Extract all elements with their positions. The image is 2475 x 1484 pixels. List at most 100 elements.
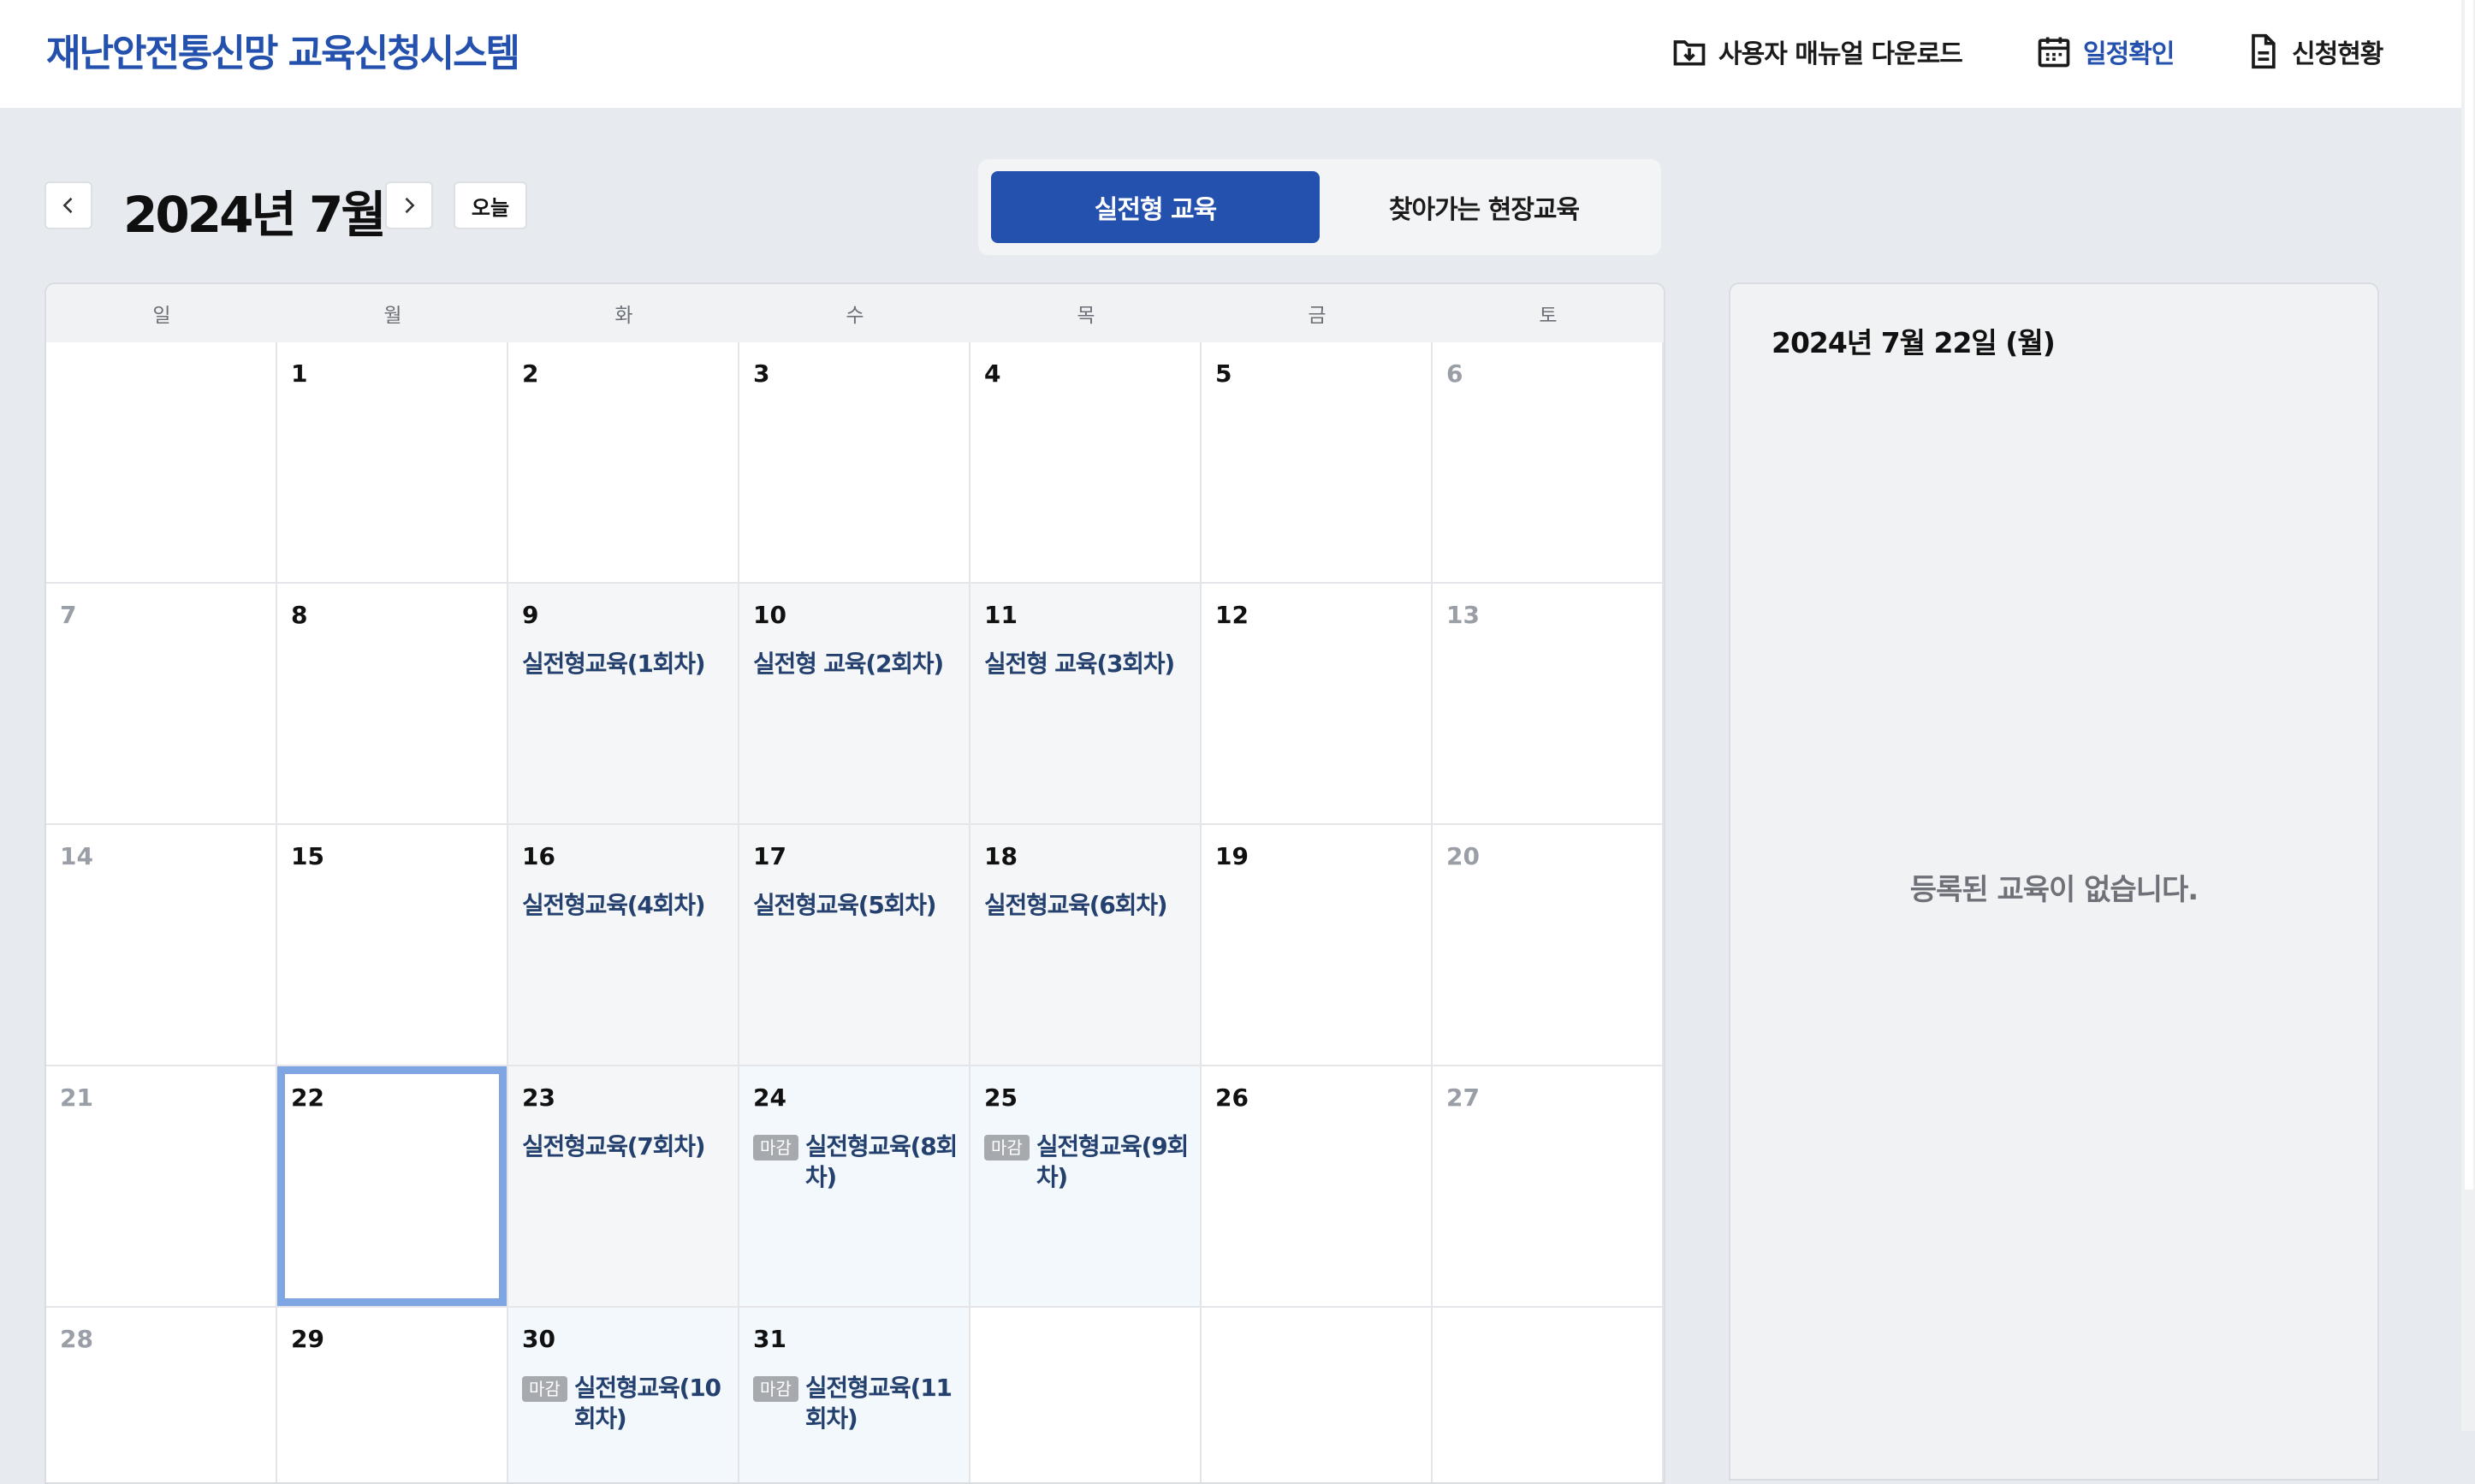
calendar-day-cell[interactable]: 30 마감 실전형교육(10회차)	[508, 1308, 739, 1482]
selected-date-title: 2024년 7월 22일 (월)	[1772, 326, 2056, 359]
calendar-day-cell[interactable]: 29	[277, 1308, 508, 1482]
day-number: 21	[60, 1083, 93, 1112]
calendar-day-cell[interactable]: 31 마감 실전형교육(11회차)	[739, 1308, 970, 1482]
education-event[interactable]: 실전형교육(1회차)	[522, 649, 727, 680]
day-number: 8	[291, 601, 308, 629]
calendar-day-cell[interactable]: 21	[46, 1066, 277, 1308]
brand-title[interactable]: 재난안전통신망 교육신청시스템	[46, 22, 520, 77]
education-event-label: 실전형교육(8회차)	[804, 1132, 958, 1191]
day-number: 27	[1446, 1083, 1480, 1112]
nav-schedule-label: 일정확인	[2083, 39, 2175, 69]
page-scrollbar[interactable]	[2461, 0, 2475, 1431]
document-icon	[2252, 33, 2276, 69]
calendar-day-cell[interactable]: 17 실전형교육(5회차)	[739, 825, 970, 1066]
education-event[interactable]: 실전형 교육(2회차)	[753, 649, 959, 680]
day-number: 29	[291, 1325, 324, 1353]
closed-badge: 마감	[753, 1376, 798, 1402]
closed-badge: 마감	[753, 1135, 798, 1160]
calendar-day-cell[interactable]: 8	[277, 584, 508, 825]
education-event-label: 실전형교육(7회차)	[522, 1132, 706, 1160]
day-number: 10	[753, 601, 786, 629]
nav-manual-download[interactable]: 사용자 매뉴얼 다운로드	[1671, 29, 1963, 74]
education-type-tabs: 실전형 교육 찾아가는 현장교육	[978, 159, 1661, 255]
calendar-day-cell[interactable]: 25 마감 실전형교육(9회차)	[970, 1066, 1202, 1308]
weekday-sun: 일	[152, 305, 171, 327]
education-event-label: 실전형교육(9회차)	[1036, 1132, 1189, 1191]
calendar-day-cell[interactable]: 19	[1202, 825, 1433, 1066]
calendar-day-cell[interactable]: 22	[277, 1066, 508, 1308]
day-number: 13	[1446, 601, 1480, 629]
weekday-wed: 수	[846, 305, 864, 327]
education-event-label: 실전형 교육(3회차)	[984, 650, 1175, 678]
education-event-label: 실전형교육(5회차)	[753, 891, 937, 919]
day-number: 31	[753, 1325, 786, 1353]
calendar-day-cell[interactable]: 14	[46, 825, 277, 1066]
calendar-day-cell[interactable]: 27	[1433, 1066, 1664, 1308]
education-event[interactable]: 마감 실전형교육(8회차)	[753, 1131, 959, 1193]
day-number: 5	[1215, 359, 1232, 388]
education-event-label: 실전형교육(10회차)	[573, 1374, 721, 1433]
calendar-day-cell[interactable]: 6	[1433, 342, 1664, 584]
calendar-day-cell[interactable]: 9 실전형교육(1회차)	[508, 584, 739, 825]
calendar-day-cell[interactable]: 18 실전형교육(6회차)	[970, 825, 1202, 1066]
nav-schedule[interactable]: 일정확인	[2035, 29, 2175, 74]
calendar-day-cell[interactable]: 28	[46, 1308, 277, 1482]
education-event[interactable]: 마감 실전형교육(11회차)	[753, 1373, 959, 1434]
calendar-day-cell[interactable]: 7	[46, 584, 277, 825]
calendar-day-cell[interactable]: 24 마감 실전형교육(8회차)	[739, 1066, 970, 1308]
calendar-day-cell[interactable]: 11 실전형 교육(3회차)	[970, 584, 1202, 825]
day-number: 2	[522, 359, 539, 388]
education-event[interactable]: 실전형교육(5회차)	[753, 890, 959, 921]
day-number: 6	[1446, 359, 1463, 388]
day-number: 1	[291, 359, 308, 388]
education-event[interactable]: 실전형 교육(3회차)	[984, 649, 1190, 680]
selected-day-panel: 2024년 7월 22일 (월) 등록된 교육이 없습니다.	[1729, 282, 2379, 1481]
calendar-day-cell[interactable]	[46, 342, 277, 584]
tab-practical-education[interactable]: 실전형 교육	[991, 171, 1320, 243]
calendar-day-cell[interactable]: 13	[1433, 584, 1664, 825]
app-header: 재난안전통신망 교육신청시스템 사용자 매뉴얼 다운로드 일정확인 신청현황	[0, 0, 2461, 108]
day-number: 26	[1215, 1083, 1249, 1112]
calendar-day-cell[interactable]: 2	[508, 342, 739, 584]
calendar-day-cell[interactable]	[1202, 1308, 1433, 1482]
nav-application-status[interactable]: 신청현황	[2244, 29, 2383, 74]
education-event[interactable]: 마감 실전형교육(9회차)	[984, 1131, 1190, 1193]
calendar-day-cell[interactable]: 3	[739, 342, 970, 584]
tab-onsite-education[interactable]: 찾아가는 현장교육	[1320, 171, 1648, 243]
education-event-label: 실전형 교육(2회차)	[753, 650, 944, 678]
weekday-header: 일 월 화 수 목 금 토	[46, 284, 1664, 342]
calendar-day-cell[interactable]: 15	[277, 825, 508, 1066]
day-number: 18	[984, 842, 1018, 870]
day-number: 19	[1215, 842, 1249, 870]
chevron-right-icon	[405, 197, 415, 214]
calendar-day-cell[interactable]: 10 실전형 교육(2회차)	[739, 584, 970, 825]
day-number: 3	[753, 359, 770, 388]
day-number: 28	[60, 1325, 93, 1353]
calendar-day-cell[interactable]: 5	[1202, 342, 1433, 584]
calendar-day-cell[interactable]: 16 실전형교육(4회차)	[508, 825, 739, 1066]
weekday-fri: 금	[1308, 305, 1327, 327]
closed-badge: 마감	[984, 1135, 1030, 1160]
next-month-button[interactable]	[385, 181, 433, 229]
calendar-day-cell[interactable]: 23 실전형교육(7회차)	[508, 1066, 739, 1308]
education-event[interactable]: 실전형교육(4회차)	[522, 890, 727, 921]
calendar-day-cell[interactable]	[1433, 1308, 1664, 1482]
education-event[interactable]: 실전형교육(7회차)	[522, 1131, 727, 1162]
calendar-day-cell[interactable]	[970, 1308, 1202, 1482]
empty-education-message: 등록된 교육이 없습니다.	[1909, 873, 2199, 907]
today-button[interactable]: 오늘	[454, 181, 527, 229]
education-event[interactable]: 실전형교육(6회차)	[984, 890, 1190, 921]
calendar-day-cell[interactable]: 4	[970, 342, 1202, 584]
nav-application-status-label: 신청현황	[2292, 39, 2383, 69]
page-scrollbar-thumb[interactable]	[2465, 0, 2473, 1190]
calendar-day-cell[interactable]: 20	[1433, 825, 1664, 1066]
prev-month-button[interactable]	[45, 181, 92, 229]
education-event[interactable]: 마감 실전형교육(10회차)	[522, 1373, 727, 1434]
calendar-day-cell[interactable]: 26	[1202, 1066, 1433, 1308]
education-event-label: 실전형교육(4회차)	[522, 891, 706, 919]
calendar-day-cell[interactable]: 12	[1202, 584, 1433, 825]
day-number: 4	[984, 359, 1001, 388]
day-number: 11	[984, 601, 1018, 629]
calendar-icon	[2038, 37, 2070, 68]
calendar-day-cell[interactable]: 1	[277, 342, 508, 584]
